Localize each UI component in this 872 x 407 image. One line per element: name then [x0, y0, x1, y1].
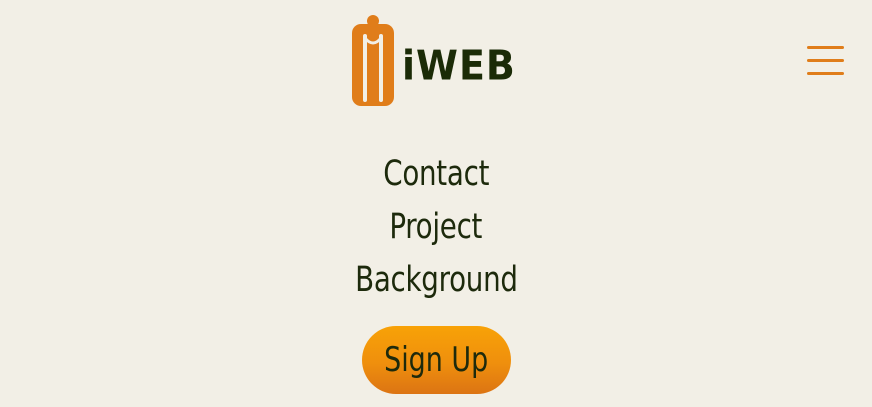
nav-item-background: Background — [0, 254, 872, 307]
sign-up-label: Sign Up — [384, 340, 489, 380]
nav-item-project: Project — [0, 201, 872, 254]
nav-link-project[interactable]: Project — [390, 201, 483, 254]
nav-link-background[interactable]: Background — [355, 254, 518, 307]
logo-mark-icon — [352, 15, 394, 106]
menu-line — [807, 59, 844, 62]
nav-link-contact[interactable]: Contact — [383, 148, 489, 201]
menu-line — [807, 72, 844, 75]
nav-item-contact: Contact — [0, 148, 872, 201]
sign-up-button[interactable]: Sign Up — [362, 326, 511, 394]
main-navigation: Contact Project Background — [0, 148, 872, 307]
site-logo[interactable]: iWEB — [350, 14, 530, 108]
hamburger-menu-icon[interactable] — [807, 44, 844, 76]
site-header: iWEB — [0, 0, 872, 120]
logo-wordmark: iWEB — [402, 41, 516, 90]
menu-line — [807, 46, 844, 49]
